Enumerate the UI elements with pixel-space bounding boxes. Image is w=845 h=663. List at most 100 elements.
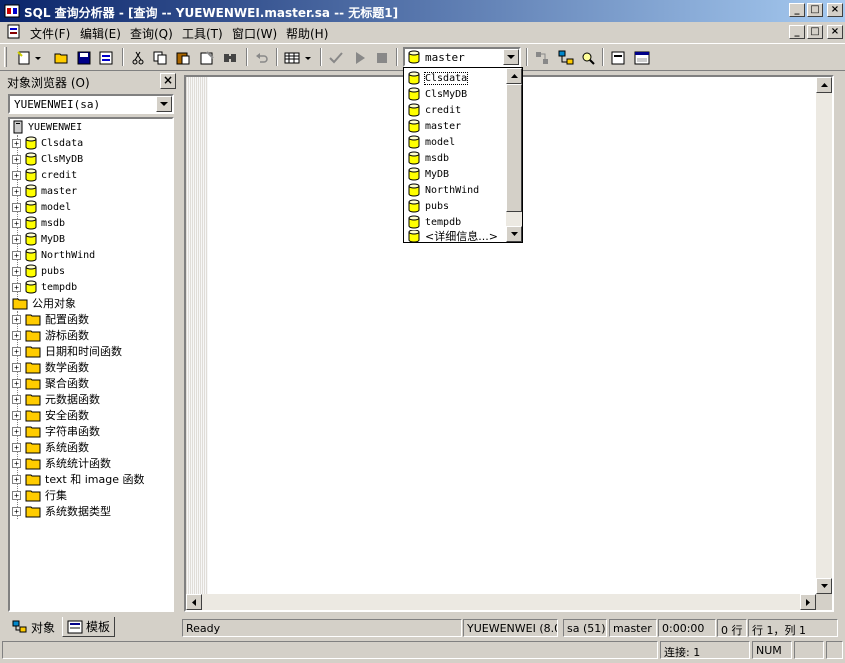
tree-node-server[interactable]: YUEWENWEI xyxy=(12,119,82,135)
toolbar-grip[interactable] xyxy=(4,47,7,67)
execute-icon[interactable] xyxy=(350,48,370,68)
paste-icon[interactable] xyxy=(173,48,193,68)
undo-icon[interactable] xyxy=(252,48,272,68)
database-selector[interactable]: master xyxy=(403,47,521,67)
expand-icon[interactable]: + xyxy=(12,330,21,340)
expand-icon[interactable]: + xyxy=(12,314,21,324)
size-grip[interactable] xyxy=(826,641,843,659)
expand-icon[interactable]: + xyxy=(12,426,21,436)
dropdown-item-database[interactable]: Clsdata xyxy=(404,70,507,86)
menu-window[interactable]: 窗口(W) xyxy=(232,25,277,42)
dropdown-scroll-thumb[interactable] xyxy=(506,84,522,212)
expand-icon[interactable]: + xyxy=(12,250,21,260)
expand-icon[interactable]: + xyxy=(12,394,21,404)
menu-help[interactable]: 帮助(H) xyxy=(286,25,328,42)
menu-tools[interactable]: 工具(T) xyxy=(182,25,223,42)
tree-node-database[interactable]: + pubs xyxy=(12,263,65,279)
menu-edit[interactable]: 编辑(E) xyxy=(80,25,121,42)
results-grid-icon[interactable] xyxy=(282,48,302,68)
save-icon[interactable] xyxy=(74,48,94,68)
object-tree[interactable]: YUEWENWEI + Clsdata + ClsMyDB + credit + mas… xyxy=(8,117,174,612)
tree-node-database[interactable]: + credit xyxy=(12,167,77,183)
object-browser-icon[interactable] xyxy=(556,48,576,68)
scroll-up-icon[interactable] xyxy=(816,77,832,93)
tree-node-database[interactable]: + MyDB xyxy=(12,231,65,247)
child-minimize-button[interactable]: _ xyxy=(789,25,805,39)
scroll-right-icon[interactable] xyxy=(800,594,816,610)
tree-node-function-folder[interactable]: + 系统数据类型 xyxy=(12,503,111,519)
tree-node-function-folder[interactable]: + 安全函数 xyxy=(12,407,89,423)
tab-objects[interactable]: 对象 xyxy=(8,617,59,637)
title-bar[interactable]: SQL 查询分析器 - [查询 -- YUEWENWEI.master.sa -… xyxy=(0,0,845,22)
tree-node-common-objects[interactable]: 公用对象 xyxy=(12,295,76,311)
find-icon[interactable] xyxy=(220,48,240,68)
expand-icon[interactable]: + xyxy=(12,202,21,212)
dropdown-item-database[interactable]: master xyxy=(404,118,507,134)
close-button[interactable]: × xyxy=(827,3,843,17)
dropdown-item-database[interactable]: msdb xyxy=(404,150,507,166)
scroll-down-icon[interactable] xyxy=(506,226,522,242)
expand-icon[interactable]: + xyxy=(12,474,21,484)
dropdown-item-database[interactable]: NorthWind xyxy=(404,182,507,198)
server-selector[interactable]: YUEWENWEI(sa) xyxy=(8,94,174,114)
vertical-scrollbar[interactable] xyxy=(816,77,832,594)
expand-icon[interactable]: + xyxy=(12,234,21,244)
maximize-button[interactable]: □ xyxy=(807,3,823,17)
results-dropdown-icon[interactable] xyxy=(303,48,313,68)
scroll-down-icon[interactable] xyxy=(816,578,832,594)
tree-node-database[interactable]: + tempdb xyxy=(12,279,77,295)
dropdown-item-database[interactable]: tempdb xyxy=(404,214,507,230)
database-dropdown-list[interactable]: Clsdata ClsMyDB credit master model msdb… xyxy=(403,67,523,243)
expand-icon[interactable]: + xyxy=(12,346,21,356)
expand-icon[interactable]: + xyxy=(12,362,21,372)
object-browser-close-button[interactable]: × xyxy=(160,73,176,89)
tree-node-function-folder[interactable]: + 游标函数 xyxy=(12,327,89,343)
scroll-up-icon[interactable] xyxy=(506,68,522,84)
tree-node-function-folder[interactable]: + 系统函数 xyxy=(12,439,89,455)
new-dropdown-icon[interactable] xyxy=(33,48,43,68)
menu-query[interactable]: 查询(Q) xyxy=(130,25,173,42)
tree-node-database[interactable]: + NorthWind xyxy=(12,247,95,263)
menu-file[interactable]: 文件(F) xyxy=(30,25,70,42)
copy-icon[interactable] xyxy=(150,48,170,68)
minimize-button[interactable]: _ xyxy=(789,3,805,17)
expand-icon[interactable]: + xyxy=(12,442,21,452)
dropdown-item-database[interactable]: ClsMyDB xyxy=(404,86,507,102)
chevron-down-icon[interactable] xyxy=(156,96,172,112)
tree-node-database[interactable]: + Clsdata xyxy=(12,135,83,151)
tree-node-function-folder[interactable]: + 字符串函数 xyxy=(12,423,100,439)
tree-node-function-folder[interactable]: + 行集 xyxy=(12,487,67,503)
document-icon[interactable] xyxy=(6,24,22,40)
tab-templates[interactable]: 模板 xyxy=(62,617,116,637)
tree-node-function-folder[interactable]: + text 和 image 函数 xyxy=(12,471,144,487)
display-plan-icon[interactable] xyxy=(532,48,552,68)
child-close-button[interactable]: × xyxy=(827,25,843,39)
expand-icon[interactable]: + xyxy=(12,218,21,228)
expand-icon[interactable]: + xyxy=(12,186,21,196)
tree-node-database[interactable]: + ClsMyDB xyxy=(12,151,83,167)
connection-properties-icon[interactable] xyxy=(608,48,628,68)
dropdown-item-database[interactable]: MyDB xyxy=(404,166,507,182)
tree-node-database[interactable]: + model xyxy=(12,199,71,215)
object-search-icon[interactable] xyxy=(578,48,598,68)
expand-icon[interactable]: + xyxy=(12,458,21,468)
expand-icon[interactable]: + xyxy=(12,266,21,276)
expand-icon[interactable]: + xyxy=(12,378,21,388)
tree-node-database[interactable]: + msdb xyxy=(12,215,65,231)
open-folder-icon[interactable] xyxy=(52,48,72,68)
tree-node-database[interactable]: + master xyxy=(12,183,77,199)
dropdown-item-database[interactable]: model xyxy=(404,134,507,150)
expand-icon[interactable]: + xyxy=(12,410,21,420)
expand-icon[interactable]: + xyxy=(12,170,21,180)
expand-icon[interactable]: + xyxy=(12,490,21,500)
cut-icon[interactable] xyxy=(128,48,148,68)
expand-icon[interactable]: + xyxy=(12,282,21,292)
parse-check-icon[interactable] xyxy=(326,48,346,68)
stop-icon[interactable] xyxy=(372,48,392,68)
dropdown-item-database[interactable]: pubs xyxy=(404,198,507,214)
chevron-down-icon[interactable] xyxy=(503,49,519,65)
dropdown-item-database[interactable]: credit xyxy=(404,102,507,118)
expand-icon[interactable]: + xyxy=(12,506,21,516)
horizontal-scrollbar[interactable] xyxy=(186,594,816,610)
tree-node-function-folder[interactable]: + 聚合函数 xyxy=(12,375,89,391)
